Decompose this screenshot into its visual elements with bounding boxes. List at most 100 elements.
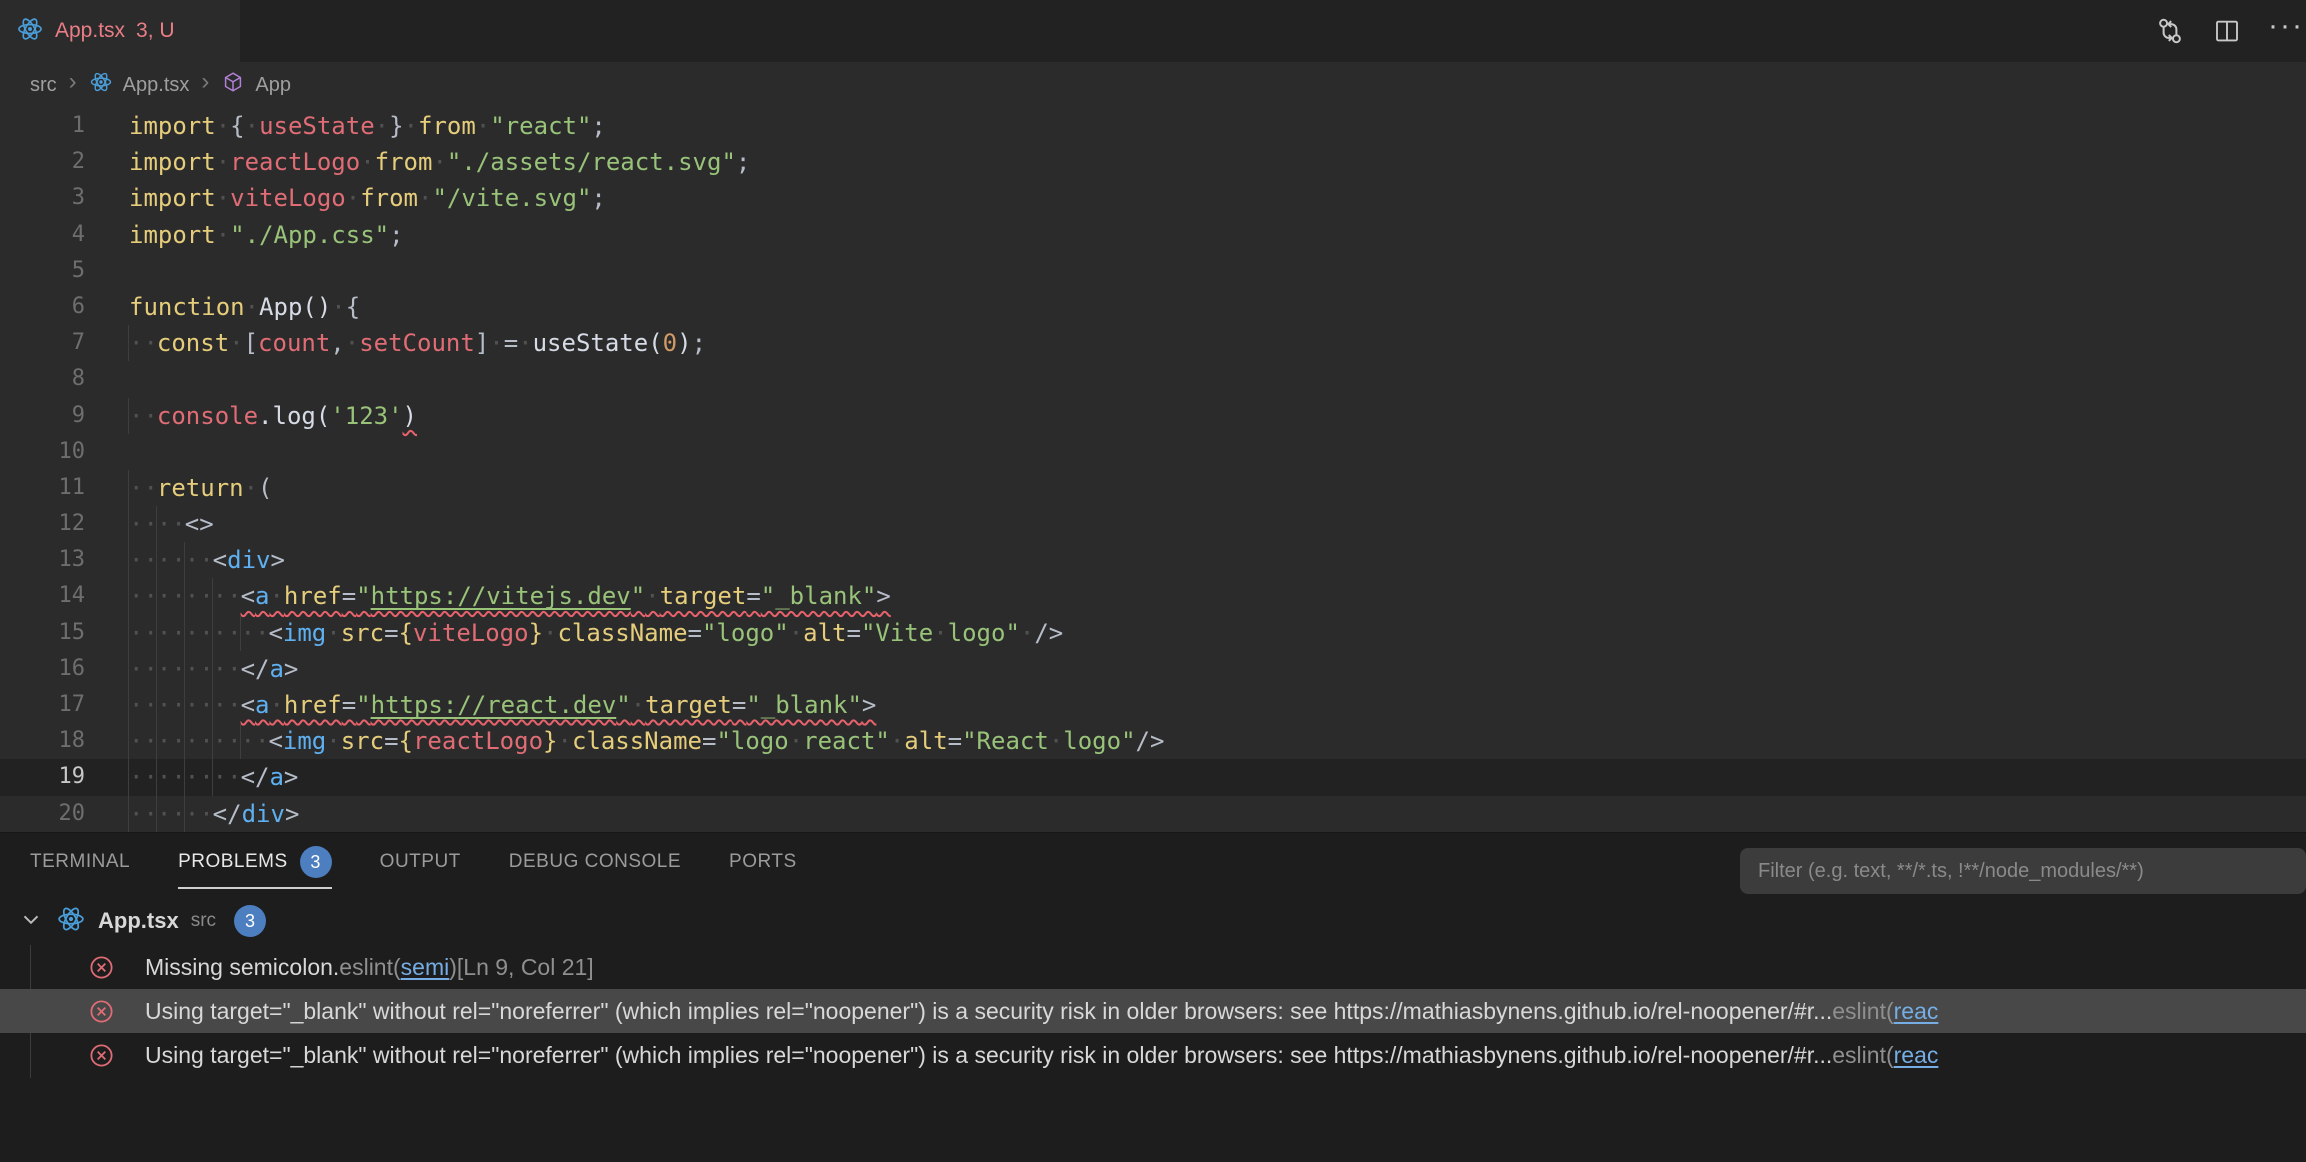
chevron-right-icon: › xyxy=(67,72,79,98)
problems-file-group[interactable]: App.tsx src 3 xyxy=(0,899,2306,943)
indent-guide: ·· xyxy=(184,615,213,651)
code-line[interactable]: 17········<a·href="https://react.dev"·ta… xyxy=(0,687,2306,723)
line-number: 7 xyxy=(0,325,85,361)
code-line[interactable]: 11··return·( xyxy=(0,470,2306,506)
error-icon xyxy=(88,998,130,1025)
indent-guide: ·· xyxy=(212,615,241,651)
panel-tab-label: TERMINAL xyxy=(30,851,130,873)
code-token: href xyxy=(284,582,342,610)
problem-row[interactable]: Missing semicolon. eslint(semi) [Ln 9, C… xyxy=(0,945,2306,989)
eslint-rule-link[interactable]: reac xyxy=(1894,1042,1939,1069)
problem-row[interactable]: Using target="_blank" without rel="noref… xyxy=(0,989,2306,1033)
panel-tab-problems[interactable]: PROBLEMS3 xyxy=(178,833,332,891)
problem-row[interactable]: Using target="_blank" without rel="noref… xyxy=(0,1033,2306,1077)
panel-tab-ports[interactable]: PORTS xyxy=(729,833,797,891)
code-editor[interactable]: 1import·{·useState·}·from·"react";2impor… xyxy=(0,108,2306,832)
code-line[interactable]: 18··········<img·src={reactLogo}·classNa… xyxy=(0,723,2306,759)
indent-guide: ·· xyxy=(212,687,241,723)
code-line[interactable]: 14········<a·href="https://vitejs.dev"·t… xyxy=(0,578,2306,614)
code-token: /> xyxy=(1034,619,1063,647)
code-token: = xyxy=(948,727,962,755)
line-number: 20 xyxy=(0,796,85,832)
code-token: viteLogo xyxy=(230,184,346,212)
problem-text: eslint( xyxy=(1832,998,1893,1025)
code-token: · xyxy=(890,727,904,755)
line-number: 13 xyxy=(0,542,85,578)
code-line[interactable]: 6function·App()·{ xyxy=(0,289,2306,325)
code-token: · xyxy=(432,148,446,176)
problem-text: Using target="_blank" without rel="noref… xyxy=(145,1042,1832,1069)
indent-guide: ·· xyxy=(212,723,241,759)
panel-tab-debug-console[interactable]: DEBUG CONSOLE xyxy=(509,833,681,891)
breadcrumb-file[interactable]: App.tsx xyxy=(123,74,190,97)
code-token: · xyxy=(543,619,557,647)
code-token: </ xyxy=(241,763,270,791)
bottom-panel: TERMINAL PROBLEMS3 OUTPUT DEBUG CONSOLE PORT… xyxy=(0,832,2306,1162)
tab-app-tsx[interactable]: App.tsx 3, U xyxy=(0,0,240,62)
code-line[interactable]: 1import·{·useState·}·from·"react"; xyxy=(0,108,2306,144)
code-token: > xyxy=(270,546,284,574)
code-token: "React xyxy=(962,727,1049,755)
code-line[interactable]: 2import·reactLogo·from·"./assets/react.s… xyxy=(0,144,2306,180)
code-token: count xyxy=(258,329,330,357)
code-line[interactable]: 7··const·[count,·setCount]·=·useState(0)… xyxy=(0,325,2306,361)
code-token: "logo" xyxy=(702,619,789,647)
code-line[interactable]: 10 xyxy=(0,434,2306,470)
panel-tab-output[interactable]: OUTPUT xyxy=(380,833,461,891)
line-number: 2 xyxy=(0,144,85,180)
indent-guide: ·· xyxy=(128,651,157,687)
code-token: ; xyxy=(389,221,403,249)
breadcrumb-src[interactable]: src xyxy=(30,74,57,97)
indent-guide: ·· xyxy=(128,723,157,759)
code-token: · xyxy=(1020,619,1034,647)
code-token: · xyxy=(331,293,345,321)
eslint-rule-link[interactable]: semi xyxy=(401,954,450,981)
code-line[interactable]: 4import·"./App.css"; xyxy=(0,217,2306,253)
chevron-down-icon[interactable] xyxy=(18,906,44,937)
code-token: img xyxy=(283,619,326,647)
code-token: '123' xyxy=(330,402,402,430)
code-token: < xyxy=(241,691,255,719)
indent-guide: ·· xyxy=(128,796,157,832)
react-file-icon xyxy=(89,70,113,100)
code-token: < xyxy=(268,619,282,647)
code-token: ; xyxy=(692,329,706,357)
line-number: 8 xyxy=(0,361,85,397)
problems-filter-input[interactable] xyxy=(1740,848,2306,894)
indent-guide: ·· xyxy=(156,687,185,723)
code-token: target xyxy=(645,691,732,719)
code-line[interactable]: 5 xyxy=(0,253,2306,289)
code-token: } xyxy=(389,112,403,140)
eslint-rule-link[interactable]: reac xyxy=(1894,998,1939,1025)
code-line[interactable]: 15··········<img·src={viteLogo}·classNam… xyxy=(0,615,2306,651)
code-token: ; xyxy=(591,184,605,212)
breadcrumb-symbol[interactable]: App xyxy=(255,74,291,97)
code-line[interactable]: 8 xyxy=(0,361,2306,397)
code-token: import xyxy=(129,184,216,212)
code-line[interactable]: 16········</a> xyxy=(0,651,2306,687)
code-line[interactable]: 9··console.log('123') xyxy=(0,398,2306,434)
panel-tab-terminal[interactable]: TERMINAL xyxy=(30,833,130,891)
split-editor-icon[interactable] xyxy=(2212,16,2242,46)
panel-tab-label: DEBUG CONSOLE xyxy=(509,851,681,873)
code-line[interactable]: 20······</div> xyxy=(0,796,2306,832)
problem-text: [Ln 9, Col 21] xyxy=(457,954,594,981)
code-line[interactable]: 13······<div> xyxy=(0,542,2306,578)
code-token: < xyxy=(241,582,255,610)
code-token: react" xyxy=(803,727,890,755)
code-token: useState( xyxy=(533,329,663,357)
open-changes-icon[interactable] xyxy=(2154,15,2186,47)
code-token: useState xyxy=(259,112,375,140)
symbol-method-icon xyxy=(221,70,245,100)
code-token: import xyxy=(129,221,216,249)
code-token: = xyxy=(688,619,702,647)
code-line[interactable]: 12····<> xyxy=(0,506,2306,542)
code-token: = xyxy=(847,619,861,647)
code-token: · xyxy=(557,727,571,755)
indent-guide: ·· xyxy=(128,325,157,361)
code-token: a xyxy=(269,655,283,683)
code-line[interactable]: 19········</a> xyxy=(0,759,2306,795)
more-actions-icon[interactable]: ··· xyxy=(2268,9,2304,53)
code-line[interactable]: 3import·viteLogo·from·"/vite.svg"; xyxy=(0,180,2306,216)
indent-guide: ·· xyxy=(240,615,269,651)
